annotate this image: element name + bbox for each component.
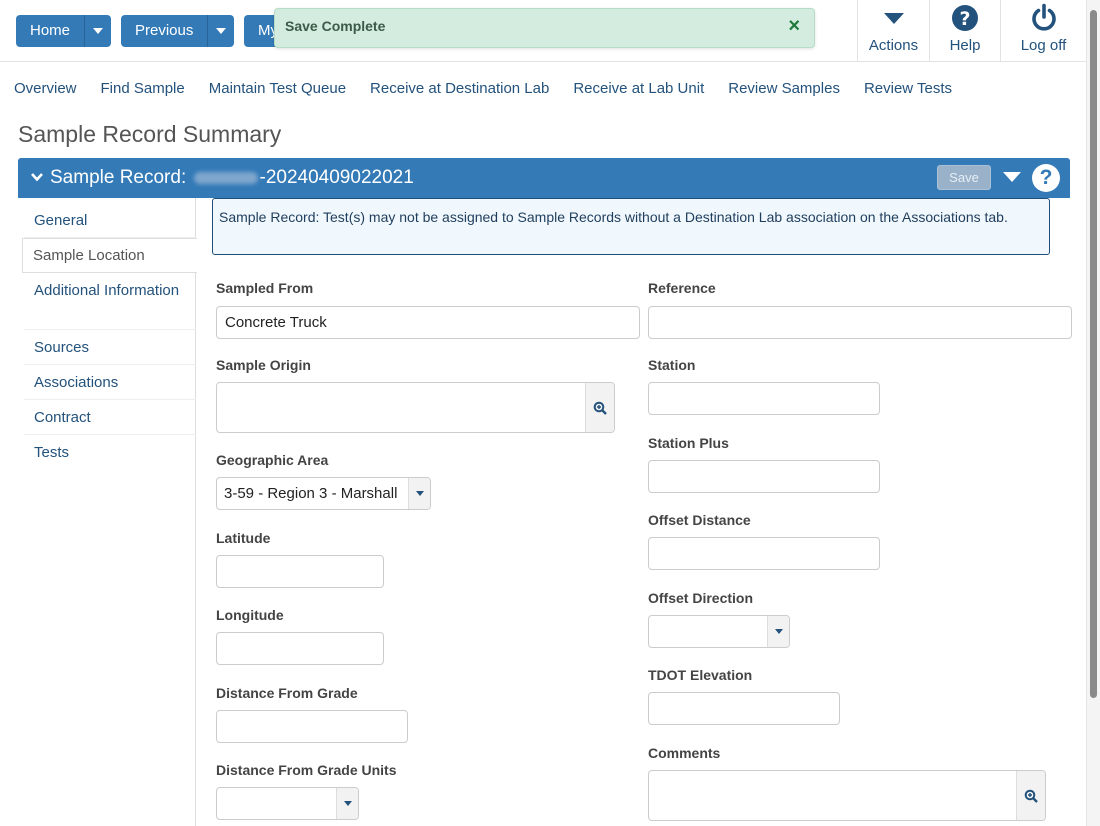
toast-close-icon[interactable]: × — [788, 15, 800, 38]
svg-text:?: ? — [959, 8, 970, 30]
sampled-from-input[interactable]: Concrete Truck — [216, 306, 640, 339]
sample-origin-lookup-button[interactable] — [585, 383, 614, 432]
longitude-input[interactable] — [216, 632, 384, 665]
tab-maintain-test-queue[interactable]: Maintain Test Queue — [209, 80, 346, 97]
previous-button[interactable]: Previous — [121, 15, 209, 47]
help-button[interactable]: ? Help — [929, 0, 1000, 62]
chevron-down-icon — [408, 478, 430, 509]
distance-from-grade-input[interactable] — [216, 710, 408, 743]
sample-origin-label: Sample Origin — [216, 357, 311, 373]
log-off-button[interactable]: Log off — [1000, 0, 1086, 62]
panel-help-icon[interactable]: ? — [1032, 164, 1060, 192]
tab-review-tests[interactable]: Review Tests — [864, 80, 952, 97]
sidebar-item-contract[interactable]: Contract — [24, 400, 196, 435]
sidebar-item-general[interactable]: General — [24, 203, 196, 238]
destination-lab-alert: Sample Record: Test(s) may not be assign… — [212, 198, 1050, 255]
caret-down-icon — [216, 28, 227, 34]
distance-from-grade-units-label: Distance From Grade Units — [216, 762, 397, 778]
scrollbar-thumb[interactable] — [1090, 10, 1097, 698]
power-icon — [1031, 3, 1056, 31]
comments-label: Comments — [648, 745, 721, 761]
reference-label: Reference — [648, 280, 716, 296]
sidebar-item-sources[interactable]: Sources — [24, 330, 196, 365]
top-toolbar: Home Previous My Save Complete × Actions… — [0, 0, 1086, 62]
question-circle-icon: ? — [952, 5, 978, 31]
zoom-in-icon — [1024, 789, 1038, 803]
panel-title-prefix: Sample Record: — [50, 167, 192, 188]
panel-menu-caret-icon[interactable] — [1003, 172, 1021, 182]
caret-down-icon — [883, 13, 904, 24]
sidebar-item-tests[interactable]: Tests — [24, 435, 196, 470]
home-menu-toggle[interactable] — [85, 15, 111, 47]
distance-from-grade-label: Distance From Grade — [216, 685, 358, 701]
chevron-down-icon[interactable] — [30, 170, 44, 184]
sidebar-item-additional-information[interactable]: Additional Information — [24, 275, 196, 330]
sample-record-panel-header: Sample Record: -20240409022021 Save ? — [18, 158, 1070, 198]
vertical-scrollbar[interactable] — [1086, 0, 1100, 826]
panel-title: Sample Record: -20240409022021 — [50, 167, 414, 189]
caret-down-icon — [93, 28, 104, 34]
offset-distance-label: Offset Distance — [648, 512, 751, 528]
station-label: Station — [648, 357, 696, 373]
app-window: Home Previous My Save Complete × Actions… — [0, 0, 1100, 826]
panel-record-number: -20240409022021 — [259, 167, 414, 188]
save-button[interactable]: Save — [937, 165, 991, 190]
zoom-in-icon — [593, 401, 607, 415]
geographic-area-value: 3-59 - Region 3 - Marshall — [224, 485, 398, 502]
chevron-down-icon — [336, 788, 358, 819]
previous-menu-toggle[interactable] — [208, 15, 234, 47]
station-input[interactable] — [648, 382, 880, 415]
home-button[interactable]: Home — [16, 15, 86, 47]
tdot-elevation-label: TDOT Elevation — [648, 667, 753, 683]
save-complete-toast: Save Complete × — [274, 8, 815, 48]
latitude-input[interactable] — [216, 555, 384, 588]
chevron-down-icon — [767, 616, 789, 647]
sample-origin-input[interactable] — [216, 382, 615, 433]
offset-distance-input[interactable] — [648, 537, 880, 570]
station-plus-input[interactable] — [648, 460, 880, 493]
distance-from-grade-units-select[interactable] — [216, 787, 359, 820]
redacted-sample-id — [193, 171, 258, 184]
sidebar-item-sample-location[interactable]: Sample Location — [22, 238, 197, 273]
offset-direction-label: Offset Direction — [648, 590, 754, 606]
log-off-label: Log off — [1020, 37, 1067, 54]
latitude-label: Latitude — [216, 530, 271, 546]
comments-expand-button[interactable] — [1016, 771, 1045, 820]
page-title: Sample Record Summary — [18, 121, 282, 147]
comments-input[interactable] — [648, 770, 1046, 821]
previous-split-button[interactable]: Previous — [121, 15, 235, 47]
tdot-elevation-input[interactable] — [648, 692, 840, 725]
reference-input[interactable] — [648, 306, 1072, 339]
geographic-area-label: Geographic Area — [216, 452, 329, 468]
tab-receive-at-destination-lab[interactable]: Receive at Destination Lab — [370, 80, 549, 97]
module-nav: Overview Find Sample Maintain Test Queue… — [14, 80, 952, 97]
longitude-label: Longitude — [216, 607, 284, 623]
home-split-button[interactable]: Home — [16, 15, 112, 47]
offset-direction-select[interactable] — [648, 615, 790, 648]
sidebar-item-associations[interactable]: Associations — [24, 365, 196, 400]
tab-overview[interactable]: Overview — [14, 80, 77, 97]
help-label: Help — [949, 37, 981, 54]
tab-receive-at-lab-unit[interactable]: Receive at Lab Unit — [573, 80, 704, 97]
actions-button[interactable]: Actions — [857, 0, 929, 62]
sampled-from-label: Sampled From — [216, 280, 314, 296]
actions-label: Actions — [868, 37, 919, 54]
geographic-area-select[interactable]: 3-59 - Region 3 - Marshall — [216, 477, 431, 510]
toast-message: Save Complete — [285, 18, 386, 34]
sidebar: General Sample Location Additional Infor… — [18, 198, 197, 826]
tab-review-samples[interactable]: Review Samples — [728, 80, 840, 97]
station-plus-label: Station Plus — [648, 435, 729, 451]
tab-find-sample[interactable]: Find Sample — [101, 80, 185, 97]
